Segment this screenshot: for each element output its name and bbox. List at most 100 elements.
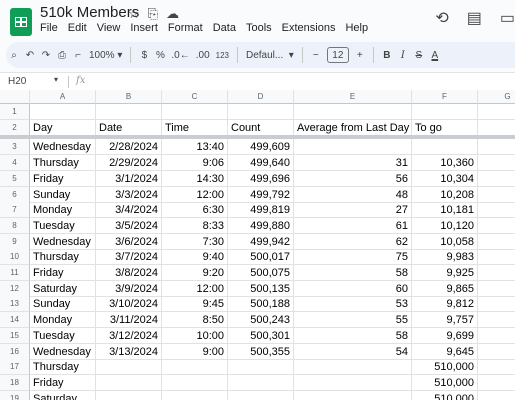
cell-e18[interactable] bbox=[294, 374, 412, 391]
cell-f19[interactable]: 510,000 bbox=[412, 390, 478, 400]
column-header-c[interactable]: C bbox=[162, 90, 228, 104]
cell-a9[interactable]: Wednesday bbox=[30, 233, 96, 250]
font-size-input[interactable]: 12 bbox=[326, 47, 349, 63]
row-header[interactable]: 17 bbox=[0, 359, 30, 376]
cell-e10[interactable]: 75 bbox=[294, 249, 412, 266]
cell-d2[interactable]: Count bbox=[228, 119, 294, 136]
cell-c4[interactable]: 9:06 bbox=[162, 155, 228, 172]
menu-help[interactable]: Help bbox=[345, 22, 368, 34]
cell-b15[interactable]: 3/12/2024 bbox=[96, 327, 162, 344]
cell-b11[interactable]: 3/8/2024 bbox=[96, 265, 162, 281]
cell-b17[interactable] bbox=[96, 359, 162, 376]
cell-c11[interactable]: 9:20 bbox=[162, 265, 228, 281]
cell-b19[interactable] bbox=[96, 390, 162, 400]
cell-g1[interactable] bbox=[478, 104, 515, 120]
cell-a2[interactable]: Day bbox=[30, 119, 96, 136]
cell-c1[interactable] bbox=[162, 104, 228, 120]
row-header[interactable]: 11 bbox=[0, 265, 30, 281]
name-box[interactable]: H20 bbox=[8, 76, 26, 87]
cell-e15[interactable]: 58 bbox=[294, 327, 412, 344]
cell-g15[interactable] bbox=[478, 328, 515, 344]
cell-a10[interactable]: Thursday bbox=[30, 249, 96, 266]
column-header-d[interactable]: D bbox=[228, 90, 294, 104]
column-header-f[interactable]: F bbox=[412, 90, 478, 104]
redo-icon[interactable]: ↷ bbox=[38, 44, 54, 66]
menu-extensions[interactable]: Extensions bbox=[282, 22, 336, 34]
cell-c18[interactable] bbox=[162, 374, 228, 391]
cell-a13[interactable]: Sunday bbox=[30, 296, 96, 313]
star-icon[interactable]: ☆ bbox=[128, 6, 140, 22]
cell-d17[interactable] bbox=[228, 359, 294, 376]
cell-e5[interactable]: 56 bbox=[294, 170, 412, 187]
font-size-decrease-icon[interactable]: − bbox=[308, 44, 324, 66]
cell-f16[interactable]: 9,645 bbox=[412, 343, 478, 360]
cell-e2[interactable]: Average from Last Day bbox=[294, 119, 412, 136]
percent-format-button[interactable]: % bbox=[152, 44, 168, 66]
menu-file[interactable]: File bbox=[40, 22, 58, 34]
name-box-dropdown-icon[interactable]: ▾ bbox=[54, 75, 58, 84]
row-header[interactable]: 2 bbox=[0, 119, 30, 136]
row-header[interactable]: 9 bbox=[0, 233, 30, 250]
cell-d14[interactable]: 500,243 bbox=[228, 312, 294, 329]
cell-g5[interactable] bbox=[478, 171, 515, 187]
cell-a1[interactable] bbox=[30, 104, 96, 120]
cell-b7[interactable]: 3/4/2024 bbox=[96, 202, 162, 219]
cell-c15[interactable]: 10:00 bbox=[162, 327, 228, 344]
cell-b9[interactable]: 3/6/2024 bbox=[96, 233, 162, 250]
cell-f2[interactable]: To go bbox=[412, 119, 478, 136]
cell-c5[interactable]: 14:30 bbox=[162, 170, 228, 187]
cell-g14[interactable] bbox=[478, 312, 515, 329]
cell-f18[interactable]: 510,000 bbox=[412, 374, 478, 391]
cell-e4[interactable]: 31 bbox=[294, 155, 412, 172]
cell-b3[interactable]: 2/28/2024 bbox=[96, 139, 162, 156]
cell-f10[interactable]: 9,983 bbox=[412, 249, 478, 266]
freeze-divider[interactable] bbox=[0, 135, 515, 140]
cell-a17[interactable]: Thursday bbox=[30, 359, 96, 376]
row-header[interactable]: 3 bbox=[0, 139, 30, 156]
text-color-button[interactable]: A bbox=[427, 44, 443, 66]
cell-g4[interactable] bbox=[478, 155, 515, 172]
undo-icon[interactable]: ↶ bbox=[22, 44, 38, 66]
row-header[interactable]: 4 bbox=[0, 155, 30, 172]
cell-c8[interactable]: 8:33 bbox=[162, 217, 228, 234]
cell-a7[interactable]: Monday bbox=[30, 202, 96, 219]
row-header[interactable]: 15 bbox=[0, 327, 30, 344]
cell-c14[interactable]: 8:50 bbox=[162, 312, 228, 329]
cell-a12[interactable]: Saturday bbox=[30, 280, 96, 297]
cell-a4[interactable]: Thursday bbox=[30, 155, 96, 172]
cell-d18[interactable] bbox=[228, 374, 294, 391]
cell-g18[interactable] bbox=[478, 375, 515, 391]
decrease-decimal-button[interactable]: .0← bbox=[168, 44, 192, 66]
menu-edit[interactable]: Edit bbox=[68, 22, 87, 34]
cell-c2[interactable]: Time bbox=[162, 119, 228, 136]
cell-d4[interactable]: 499,640 bbox=[228, 155, 294, 172]
column-header-e[interactable]: E bbox=[294, 90, 412, 104]
spreadsheet-grid[interactable]: A B C D E F G 1 2 Day Date Time Count Average from La… bbox=[0, 90, 515, 400]
cell-g8[interactable] bbox=[478, 218, 515, 234]
cell-d7[interactable]: 499,819 bbox=[228, 202, 294, 219]
cell-c12[interactable]: 12:00 bbox=[162, 280, 228, 297]
cell-c19[interactable] bbox=[162, 390, 228, 400]
cell-d10[interactable]: 500,017 bbox=[228, 249, 294, 266]
select-all-corner[interactable] bbox=[0, 90, 30, 104]
cell-f13[interactable]: 9,812 bbox=[412, 296, 478, 313]
zoom-select[interactable]: 100% ▾ bbox=[86, 44, 125, 66]
cell-c10[interactable]: 9:40 bbox=[162, 249, 228, 266]
cell-g13[interactable] bbox=[478, 296, 515, 313]
paint-format-icon[interactable]: ⌐ bbox=[70, 44, 86, 66]
cell-g6[interactable] bbox=[478, 187, 515, 203]
cell-a5[interactable]: Friday bbox=[30, 170, 96, 187]
comments-icon[interactable]: ▤ bbox=[467, 8, 482, 28]
cell-b14[interactable]: 3/11/2024 bbox=[96, 312, 162, 329]
cell-d11[interactable]: 500,075 bbox=[228, 265, 294, 281]
menu-view[interactable]: View bbox=[97, 22, 121, 34]
cell-f11[interactable]: 9,925 bbox=[412, 265, 478, 281]
bold-button[interactable]: B bbox=[379, 44, 395, 66]
row-header[interactable]: 18 bbox=[0, 374, 30, 391]
meet-icon[interactable]: ▭ bbox=[500, 8, 515, 28]
row-header[interactable]: 7 bbox=[0, 202, 30, 219]
row-header[interactable]: 16 bbox=[0, 343, 30, 360]
row-header[interactable]: 6 bbox=[0, 186, 30, 203]
column-header-b[interactable]: B bbox=[96, 90, 162, 104]
cell-a3[interactable]: Wednesday bbox=[30, 139, 96, 156]
